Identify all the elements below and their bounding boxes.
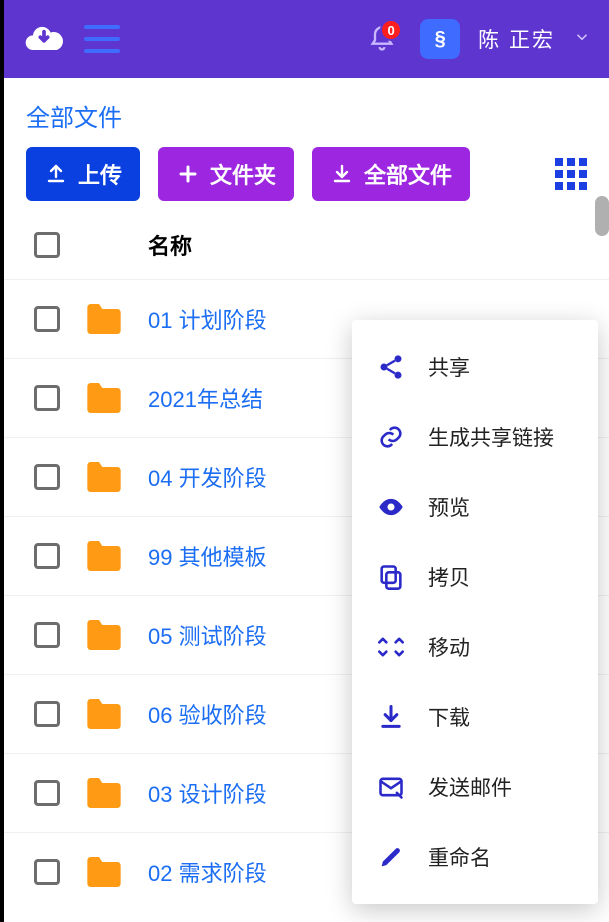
top-bar: 0 § 陈 正宏 [4,0,609,78]
context-menu-label: 生成共享链接 [428,422,554,452]
move-icon [376,632,406,662]
folder-icon [84,539,124,573]
row-name[interactable]: 02 需求阶段 [148,856,267,888]
row-checkbox[interactable] [34,306,60,332]
row-name[interactable]: 2021年总结 [148,382,263,414]
eye-icon [376,492,406,522]
menu-button[interactable] [84,25,120,53]
context-menu-label: 下载 [428,702,470,732]
row-checkbox[interactable] [34,543,60,569]
row-checkbox[interactable] [34,464,60,490]
context-menu-item[interactable]: 预览 [352,472,598,542]
context-menu: 共享 生成共享链接 预览 拷贝 移动 下载 发送邮件 重命名 [352,320,598,904]
all-files-label: 全部文件 [364,158,452,190]
folder-icon [84,776,124,810]
folder-icon [84,302,124,336]
scrollbar[interactable] [595,196,609,236]
context-menu-label: 拷贝 [428,562,470,592]
folder-icon [84,381,124,415]
link-icon [376,422,406,452]
all-files-button[interactable]: 全部文件 [312,147,470,201]
context-menu-item[interactable]: 共享 [352,332,598,402]
user-name[interactable]: 陈 正宏 [478,24,555,54]
row-checkbox[interactable] [34,701,60,727]
context-menu-item[interactable]: 下载 [352,682,598,752]
row-checkbox[interactable] [34,622,60,648]
chevron-down-icon[interactable] [573,28,591,51]
row-checkbox[interactable] [34,859,60,885]
folder-icon [84,855,124,889]
context-menu-label: 重命名 [428,842,491,872]
avatar[interactable]: § [420,19,460,59]
column-name[interactable]: 名称 [148,229,192,261]
row-checkbox[interactable] [34,385,60,411]
upload-label: 上传 [78,158,122,190]
download-icon [376,702,406,732]
context-menu-item[interactable]: 重命名 [352,822,598,892]
folder-icon [84,460,124,494]
rename-icon [376,842,406,872]
upload-button[interactable]: 上传 [26,147,140,201]
mail-icon [376,772,406,802]
row-name[interactable]: 99 其他模板 [148,540,267,572]
select-all-checkbox[interactable] [34,232,60,258]
breadcrumb[interactable]: 全部文件 [26,98,587,133]
row-name[interactable]: 06 验收阶段 [148,698,267,730]
row-name[interactable]: 01 计划阶段 [148,303,267,335]
folder-icon [84,697,124,731]
context-menu-item[interactable]: 发送邮件 [352,752,598,822]
row-name[interactable]: 05 测试阶段 [148,619,267,651]
cloud-download-icon[interactable] [22,17,66,61]
context-menu-item[interactable]: 拷贝 [352,542,598,612]
new-folder-label: 文件夹 [210,158,276,190]
new-folder-button[interactable]: 文件夹 [158,147,294,201]
grid-view-toggle[interactable] [555,158,587,190]
copy-icon [376,562,406,592]
list-header: 名称 [4,211,609,279]
context-menu-item[interactable]: 生成共享链接 [352,402,598,472]
context-menu-label: 发送邮件 [428,772,512,802]
row-name[interactable]: 03 设计阶段 [148,777,267,809]
context-menu-label: 共享 [428,352,470,382]
context-menu-label: 移动 [428,632,470,662]
notification-badge: 0 [380,19,402,41]
share-icon [376,352,406,382]
row-name[interactable]: 04 开发阶段 [148,461,267,493]
folder-icon [84,618,124,652]
context-menu-item[interactable]: 移动 [352,612,598,682]
context-menu-label: 预览 [428,492,470,522]
sub-header: 全部文件 上传 文件夹 全部文件 [4,78,609,211]
notifications-button[interactable]: 0 [362,19,402,59]
row-checkbox[interactable] [34,780,60,806]
